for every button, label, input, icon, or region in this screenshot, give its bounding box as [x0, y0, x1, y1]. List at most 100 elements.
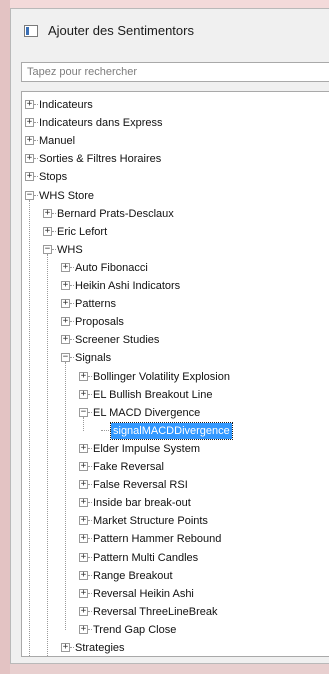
tree-connector [34, 104, 38, 105]
tree-node[interactable]: + Indicateurs dans Express [25, 114, 325, 132]
collapse-icon[interactable]: − [43, 244, 52, 254]
tree-connector [70, 357, 74, 359]
tree-node-label: Range Breakout [93, 569, 173, 582]
tree-node-label: False Reversal RSI [93, 479, 188, 492]
tree-node-label: Proposals [75, 316, 124, 329]
tree-node[interactable]: + Inside bar break-out [79, 494, 325, 512]
tree-node[interactable]: + Pattern Multi Candles [79, 549, 325, 567]
tree-node-label: WHS [57, 243, 83, 256]
tree-node[interactable]: + Auto Fibonacci [61, 259, 325, 277]
tree-node[interactable]: + Stops [25, 168, 325, 186]
tree-connector [52, 212, 56, 214]
tree-node[interactable]: + Pattern Hammer Rebound [79, 530, 325, 548]
tree-node[interactable]: − Signals [61, 349, 325, 367]
tree-node[interactable]: − WHS [43, 241, 325, 259]
tree-connector [70, 647, 74, 648]
tree-node[interactable]: + Trend Gap Close [79, 621, 325, 639]
tree-node[interactable]: + Heikin Ashi Indicators [61, 277, 325, 295]
expand-icon[interactable]: + [79, 606, 88, 616]
collapse-icon[interactable]: − [25, 190, 34, 200]
tree-node[interactable]: − WHS Store [25, 187, 325, 205]
expand-icon[interactable]: + [61, 262, 70, 272]
tree-node-label: Reversal Heikin Ashi [93, 587, 194, 600]
tree-node-label: EL Bullish Breakout Line [93, 388, 213, 401]
expand-icon[interactable]: + [79, 462, 88, 471]
tree-node-label: Bollinger Volatility Explosion [93, 370, 230, 383]
expand-icon[interactable]: + [79, 498, 88, 508]
tree-connector [70, 303, 74, 305]
tree-node[interactable]: + Bollinger Volatility Explosion [79, 368, 325, 386]
collapse-icon[interactable]: − [61, 353, 70, 363]
tree-guide-line [65, 362, 66, 630]
tree-node[interactable]: + Eric Lefort [43, 223, 325, 241]
expand-icon[interactable]: + [25, 118, 34, 128]
tree-connector [88, 628, 92, 630]
tree-connector [88, 393, 92, 395]
expand-icon[interactable]: + [79, 480, 88, 490]
tree-node[interactable]: + Proposals [61, 313, 325, 331]
tree-node-label: Signals [75, 352, 112, 365]
tree-node-label: Patterns [75, 298, 116, 311]
search-input[interactable] [21, 62, 329, 82]
expand-icon[interactable]: + [61, 299, 70, 309]
expand-icon[interactable]: + [43, 226, 52, 236]
tree-node[interactable]: + Sorties & Filtres Horaires [25, 150, 325, 168]
expand-icon[interactable]: + [61, 643, 70, 652]
tree-node[interactable]: + Patterns [61, 295, 325, 313]
tree-panel: + Indicateurs + Indicateurs dans Express + Ma… [21, 91, 329, 657]
tree-connector [34, 158, 38, 160]
expand-icon[interactable]: + [25, 136, 34, 146]
expand-icon[interactable]: + [25, 100, 34, 109]
tree-node-label: Reversal ThreeLineBreak [93, 605, 218, 618]
tree-node[interactable]: + Reversal Heikin Ashi [79, 585, 325, 603]
expand-icon[interactable]: + [61, 317, 70, 327]
expand-icon[interactable]: + [79, 389, 88, 399]
tree-node[interactable]: − EL MACD Divergence [79, 404, 325, 422]
expand-icon[interactable]: + [25, 172, 34, 182]
tree-node[interactable]: + False Reversal RSI [79, 476, 325, 494]
expand-icon[interactable]: + [61, 335, 70, 345]
tree-node-label: Strategies [75, 642, 125, 654]
tree-node-label: Indicateurs [39, 99, 93, 111]
expand-icon[interactable]: + [79, 516, 88, 526]
tree-node-label: Elder Impulse System [93, 442, 200, 455]
expand-icon[interactable]: + [79, 588, 88, 598]
collapse-icon[interactable]: − [79, 407, 88, 417]
tree-node[interactable]: + Strategies [61, 639, 325, 656]
tree-node-label: Inside bar break-out [93, 497, 191, 510]
tree-connector [88, 484, 92, 486]
tree-node[interactable]: + Indicateurs [25, 96, 325, 114]
tree-node[interactable]: signalMACDDivergence [97, 421, 325, 440]
background-stripe [0, 0, 10, 674]
expand-icon[interactable]: + [79, 570, 88, 580]
tree-connector [88, 574, 92, 576]
tree-node[interactable]: + Bernard Prats-Desclaux [43, 205, 325, 223]
tree-connector [88, 520, 92, 522]
tree-node-label: Fake Reversal [93, 461, 164, 473]
tree-node[interactable]: + Range Breakout [79, 567, 325, 585]
expand-icon[interactable]: + [79, 624, 88, 634]
expand-icon[interactable]: + [43, 208, 52, 218]
expand-icon[interactable]: + [79, 552, 88, 562]
tree-connector [34, 140, 38, 142]
tree-guide-line [83, 416, 84, 431]
tree-node-label: WHS Store [39, 189, 95, 202]
tree-node[interactable]: + Manuel [25, 132, 325, 150]
tree-connector [88, 447, 92, 449]
expand-icon[interactable]: + [61, 281, 70, 290]
tree-connector [70, 339, 74, 341]
tree-node[interactable]: + Elder Impulse System [79, 440, 325, 458]
expand-icon[interactable]: + [79, 443, 88, 453]
expand-icon[interactable]: + [25, 154, 34, 164]
expand-icon[interactable]: + [79, 371, 88, 381]
tree-connector [70, 266, 74, 268]
expand-icon[interactable]: + [79, 534, 88, 544]
tree-connector [34, 122, 38, 124]
tree-node[interactable]: + Market Structure Points [79, 512, 325, 530]
tree-node-label: Bernard Prats-Desclaux [57, 207, 174, 220]
tree-guide-line [47, 253, 48, 656]
tree-node[interactable]: + Screener Studies [61, 331, 325, 349]
tree-node[interactable]: + Fake Reversal [79, 458, 325, 476]
tree-node[interactable]: + Reversal ThreeLineBreak [79, 603, 325, 621]
tree-node[interactable]: + EL Bullish Breakout Line [79, 386, 325, 404]
